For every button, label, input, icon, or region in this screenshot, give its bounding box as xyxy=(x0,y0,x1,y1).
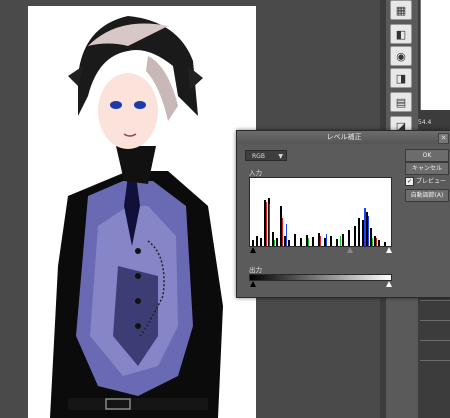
layer-copy-icon-glyph: ◨ xyxy=(395,71,407,85)
navigator-thumbnail[interactable] xyxy=(420,0,450,110)
histogram xyxy=(249,177,392,247)
output-black-handle xyxy=(250,281,256,287)
input-slider[interactable] xyxy=(249,246,392,254)
layer-copy-icon[interactable]: ◨ xyxy=(390,68,412,88)
input-black-point-handle xyxy=(250,247,256,253)
layer-group-icon[interactable]: ▤ xyxy=(390,92,412,112)
dialog-title: レベル補正 xyxy=(237,131,450,144)
histogram-red xyxy=(266,202,377,246)
output-label: 出力 xyxy=(249,266,262,274)
channel-value: RGB xyxy=(252,153,265,160)
artwork-canvas[interactable] xyxy=(28,6,256,418)
input-label: 入力 xyxy=(249,169,262,177)
layer-gear-icon-glyph: ◉ xyxy=(396,49,406,63)
layer-gear-icon[interactable]: ◉ xyxy=(390,46,412,66)
layers-icon-glyph: ◧ xyxy=(395,27,407,41)
panel-value: 54.4 xyxy=(418,119,432,126)
close-icon[interactable]: ✕ xyxy=(438,133,449,144)
checkbox-icon[interactable]: ✓ xyxy=(405,177,414,186)
output-slider[interactable] xyxy=(249,280,392,288)
tool-buttons: ▦ ◧ ◉ ◨ ▤ ◪ xyxy=(386,0,418,140)
channel-select[interactable]: RGB ▼ xyxy=(245,150,287,161)
layers-icon[interactable]: ◧ xyxy=(390,24,412,44)
input-gamma-handle xyxy=(347,247,353,253)
ok-button[interactable]: OK xyxy=(405,149,449,162)
chevron-down-icon: ▼ xyxy=(278,153,283,160)
auto-adjust-button[interactable]: 自動調節(A) xyxy=(405,189,449,202)
input-white-point-handle xyxy=(386,247,392,253)
checker-icon[interactable]: ▦ xyxy=(390,0,412,20)
histogram-plot xyxy=(252,198,386,246)
output-white-handle xyxy=(386,281,392,287)
layer-group-icon-glyph: ▤ xyxy=(395,95,407,109)
preview-checkbox[interactable]: ✓プレビュー(P) xyxy=(405,176,450,196)
cancel-button[interactable]: キャンセル xyxy=(405,162,449,175)
levels-dialog: レベル補正 ✕ RGB ▼ 入力 出力 OK キャンセル ✓ プレビュー 自動調… xyxy=(236,130,450,298)
character-illustration xyxy=(28,6,256,418)
checker-icon-glyph: ▦ xyxy=(395,3,407,17)
